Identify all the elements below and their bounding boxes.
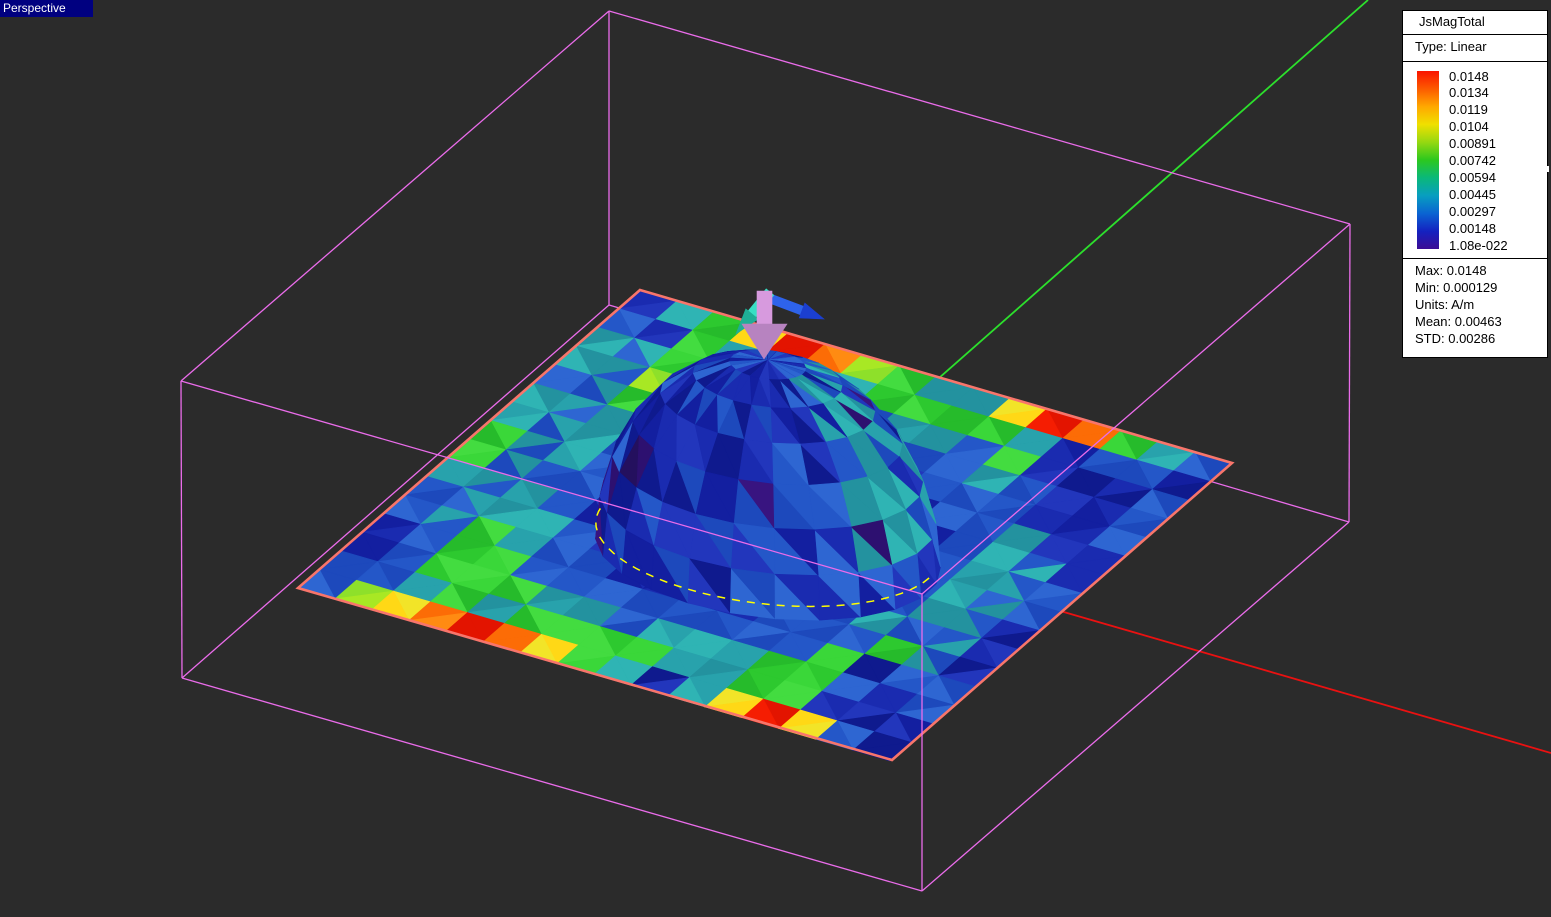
- legend-scale-value: 0.00148: [1449, 220, 1496, 236]
- legend-scale-value: 0.0119: [1449, 102, 1488, 118]
- view-mode-label: Perspective: [0, 0, 93, 17]
- legend-colorbar: [1417, 71, 1439, 249]
- legend-stat-line: Mean: 0.00463: [1415, 314, 1502, 329]
- legend-scale-value: 1.08e-022: [1449, 237, 1508, 253]
- legend-stat-line: Max: 0.0148: [1415, 263, 1487, 278]
- window-edge-dot: [1544, 166, 1549, 172]
- triad-arrow-x: [764, 292, 825, 320]
- legend-stat-line: STD: 0.00286: [1415, 331, 1496, 346]
- legend-title: JsMagTotal: [1403, 11, 1547, 35]
- legend-scale-value: 0.00594: [1449, 169, 1496, 185]
- legend-panel: JsMagTotal Type: Linear 0.0148 0.0134 0.01…: [1402, 10, 1548, 358]
- legend-scale-value: 0.00445: [1449, 186, 1496, 202]
- legend-stat-line: Units: A/m: [1415, 297, 1475, 312]
- legend-stats: Max: 0.0148 Min: 0.000129 Units: A/m Mean: …: [1403, 258, 1547, 357]
- legend-scale-value: 0.0148: [1449, 68, 1489, 84]
- legend-scale-value: 0.0104: [1449, 119, 1489, 135]
- scene-canvas: [180, 0, 1551, 892]
- legend-scale-type: Type: Linear: [1403, 34, 1547, 62]
- legend-scale-value: 0.0134: [1449, 85, 1489, 101]
- legend-scale-value: 0.00891: [1449, 136, 1496, 152]
- legend-stat-line: Min: 0.000129: [1415, 280, 1498, 295]
- legend-scale-value: 0.00742: [1449, 153, 1496, 168]
- legend-scale-value: 0.00297: [1449, 203, 1496, 219]
- viewport-3d[interactable]: Perspective JsMagTotal Type: Linear 0.01…: [0, 0, 1551, 917]
